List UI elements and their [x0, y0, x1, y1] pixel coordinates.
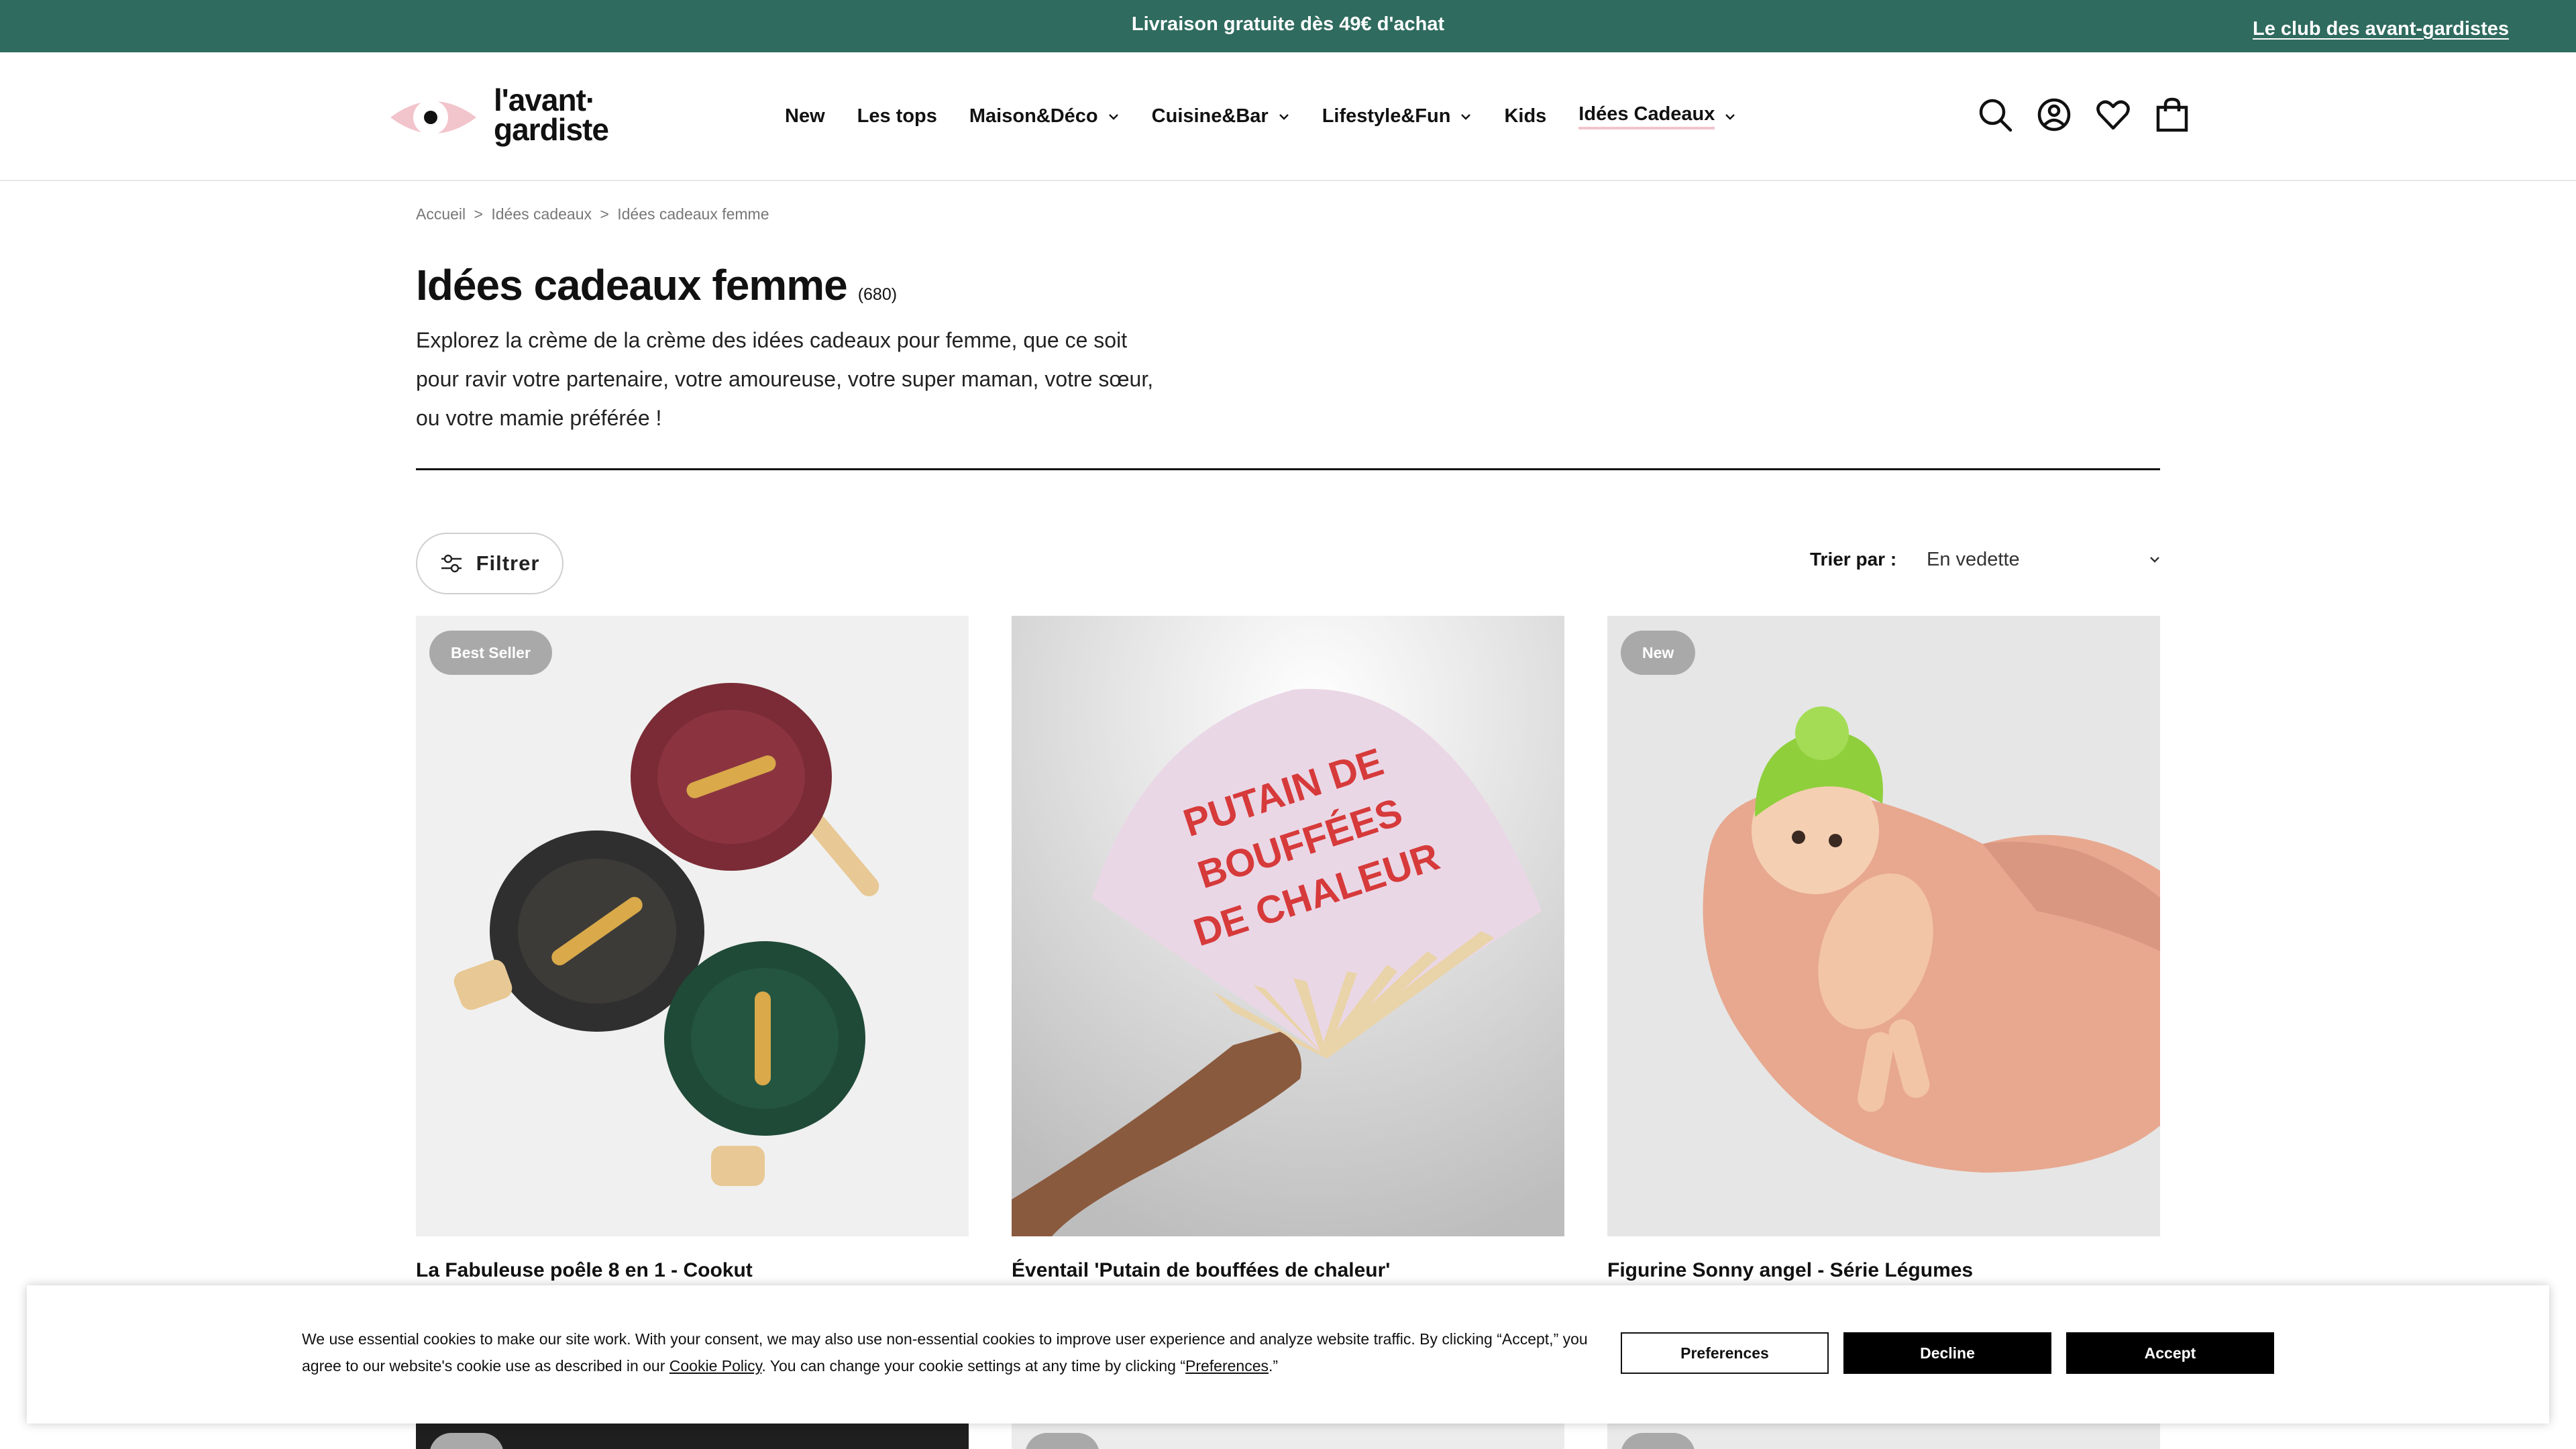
club-link[interactable]: Le club des avant-gardistes [2253, 18, 2509, 40]
chevron-down-icon [2150, 557, 2159, 563]
product-card[interactable]: Best Seller La Fabuleuse poêle 8 en 1 - … [416, 616, 969, 1282]
product-card[interactable]: New Figurine Sonny angel - Série Légumes [1607, 616, 2160, 1282]
preferences-button[interactable]: Preferences [1621, 1332, 1829, 1374]
nav-label: Idées Cadeaux [1578, 103, 1715, 129]
product-badge: New [1621, 631, 1696, 675]
heart-icon[interactable] [2094, 96, 2132, 133]
chevron-down-icon [1725, 113, 1735, 120]
sort-value: En vedette [1927, 548, 2020, 570]
logo-line-2: gardiste [494, 112, 609, 147]
nav-label: Cuisine&Bar [1151, 105, 1269, 127]
product-card[interactable]: New [1607, 1421, 2160, 1449]
product-card[interactable]: New [1012, 1421, 1564, 1449]
product-image[interactable]: PUTAIN DE BOUFFÉES DE CHALEUR [1012, 616, 1564, 1236]
product-image[interactable]: New [1607, 616, 2160, 1236]
figurine-illustration [1607, 616, 2160, 1236]
filter-button[interactable]: Filtrer [416, 533, 564, 594]
product-title[interactable]: Éventail 'Putain de bouffées de chaleur' [1012, 1259, 1564, 1282]
nav-label: Les tops [857, 105, 937, 127]
title-block: Idées cadeaux femme (680) [416, 260, 897, 310]
breadcrumb: Accueil > Idées cadeaux > Idées cadeaux … [416, 205, 773, 223]
site-header: l'avant· gardiste New Les tops Maison&Dé… [0, 52, 2576, 181]
product-card[interactable]: New [416, 1421, 969, 1449]
page-title: Idées cadeaux femme [416, 261, 848, 309]
preferences-link[interactable]: Preferences [1185, 1357, 1269, 1375]
chevron-down-icon [1279, 113, 1289, 120]
account-icon[interactable] [2035, 96, 2073, 133]
sort-select[interactable]: En vedette [1927, 545, 2161, 574]
accept-button[interactable]: Accept [2066, 1332, 2274, 1374]
breadcrumb-separator: > [474, 205, 483, 223]
cookie-text: . You can change your cookie settings at… [761, 1357, 1185, 1375]
breadcrumb-current: Idées cadeaux femme [617, 205, 769, 223]
nav-item-cuisine-bar[interactable]: Cuisine&Bar [1152, 105, 1290, 127]
sort-label: Trier par : [1810, 549, 1897, 570]
eye-logo-icon [390, 100, 476, 135]
nav-label: Kids [1504, 105, 1547, 127]
breadcrumb-idees-cadeaux[interactable]: Idées cadeaux [491, 205, 592, 223]
breadcrumb-accueil[interactable]: Accueil [416, 205, 466, 223]
nav-label: Lifestyle&Fun [1322, 105, 1451, 127]
logo-wordmark: l'avant· gardiste [494, 83, 609, 147]
product-badge: Best Seller [429, 631, 552, 675]
filter-icon [441, 554, 462, 573]
logo-line-1: l'avant· [494, 83, 596, 117]
announcement-bar: Livraison gratuite dès 49€ d'achat Le cl… [0, 0, 2576, 52]
cookie-policy-link[interactable]: Cookie Policy [669, 1357, 762, 1375]
product-title[interactable]: Figurine Sonny angel - Série Légumes [1607, 1259, 2160, 1282]
free-shipping-text: Livraison gratuite dès 49€ d'achat [1131, 13, 1445, 35]
nav-item-lifestyle-fun[interactable]: Lifestyle&Fun [1322, 105, 1472, 127]
divider [416, 468, 2160, 470]
nav-item-new[interactable]: New [785, 105, 825, 127]
cookie-text: .” [1269, 1357, 1279, 1375]
nav-item-maison-deco[interactable]: Maison&Déco [969, 105, 1120, 127]
chevron-down-icon [1461, 113, 1471, 120]
cookie-message: We use essential cookies to make our sit… [302, 1326, 1590, 1379]
nav-item-idees-cadeaux[interactable]: Idées Cadeaux [1578, 103, 1736, 129]
logo[interactable]: l'avant· gardiste [388, 85, 629, 150]
page-description: Explorez la crème de la crème des idées … [416, 328, 1154, 430]
filter-label: Filtrer [476, 551, 540, 575]
product-badge: New [429, 1433, 504, 1449]
cart-icon[interactable] [2153, 96, 2191, 133]
product-badge: New [1025, 1433, 1100, 1449]
product-title[interactable]: La Fabuleuse poêle 8 en 1 - Cookut [416, 1259, 969, 1282]
cookware-illustration [416, 616, 969, 1236]
chevron-down-icon [1108, 113, 1118, 120]
search-icon[interactable] [1976, 96, 2014, 133]
nav-label: Maison&Déco [969, 105, 1098, 127]
nav-item-kids[interactable]: Kids [1504, 105, 1546, 127]
product-image[interactable]: Best Seller [416, 616, 969, 1236]
cookie-banner: We use essential cookies to make our sit… [27, 1285, 2549, 1424]
nav-label: New [785, 105, 825, 127]
product-badge: New [1621, 1433, 1696, 1449]
product-card[interactable]: PUTAIN DE BOUFFÉES DE CHALEUR Éventail '… [1012, 616, 1564, 1282]
nav-item-les-tops[interactable]: Les tops [857, 105, 937, 127]
product-count: (680) [857, 285, 898, 304]
main-nav: New Les tops Maison&Déco Cuisine&Bar Lif… [785, 103, 1768, 129]
breadcrumb-separator: > [600, 205, 609, 223]
decline-button[interactable]: Decline [1843, 1332, 2051, 1374]
header-icons [1976, 96, 2212, 133]
